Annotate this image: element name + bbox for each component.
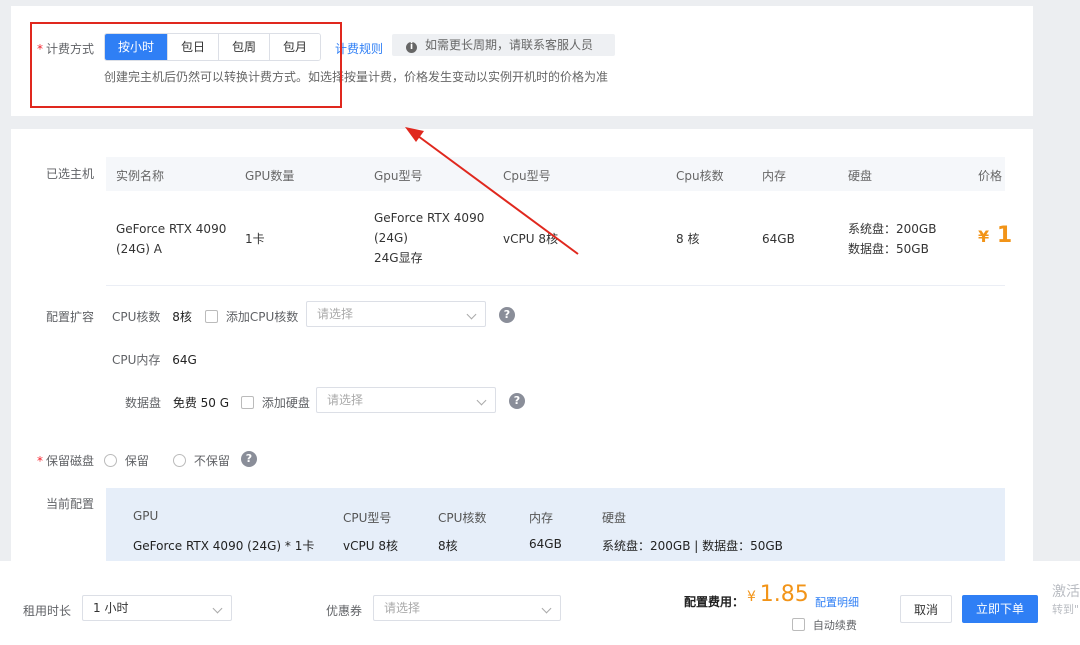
annotation-arrow (405, 127, 579, 255)
